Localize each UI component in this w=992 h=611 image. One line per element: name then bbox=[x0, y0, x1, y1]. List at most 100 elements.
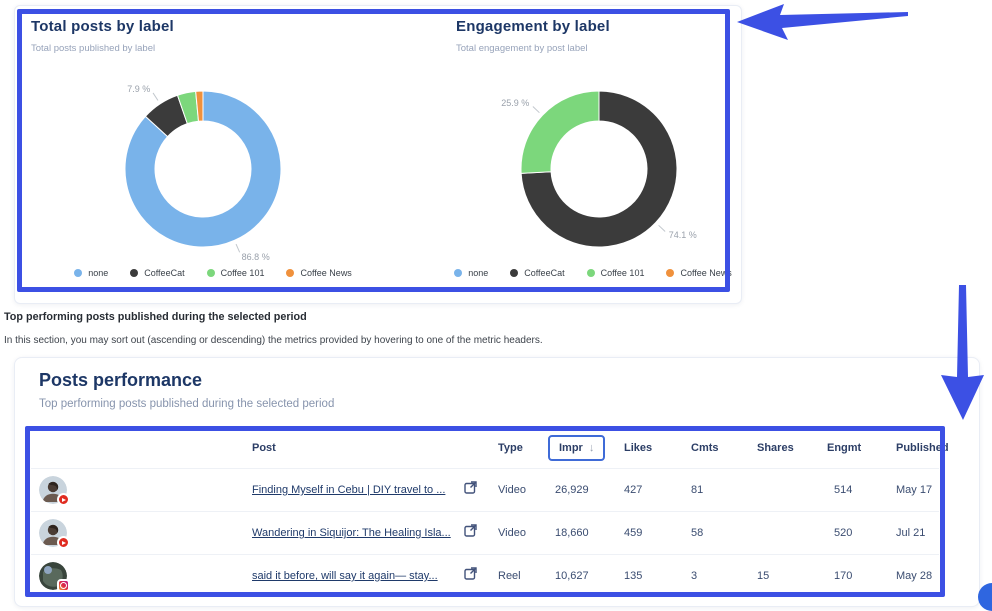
legend-item-coffee-101[interactable]: Coffee 101 bbox=[207, 268, 265, 278]
donut-slice-coffee-101[interactable] bbox=[521, 91, 599, 173]
column-header-impr[interactable]: Impr ↓ bbox=[541, 435, 615, 461]
column-header-cmts[interactable]: Cmts bbox=[682, 442, 748, 454]
post-cell: Wandering in Siquijor: The Healing Isla.… bbox=[243, 527, 459, 539]
legend-item-none[interactable]: none bbox=[454, 268, 488, 278]
chart-title-engagement: Engagement by label bbox=[456, 18, 610, 35]
annotation-arrow-left-icon bbox=[730, 0, 920, 46]
posts-table: PostTypeImpr↓LikesCmtsSharesEngmtPublish… bbox=[31, 428, 939, 597]
shares-cell: 15 bbox=[748, 570, 818, 582]
pct-label: 86.8 % bbox=[242, 252, 270, 262]
post-link[interactable]: Finding Myself in Cebu | DIY travel to .… bbox=[252, 484, 445, 496]
legend-dot-icon bbox=[454, 269, 462, 277]
type-cell: Video bbox=[489, 484, 541, 496]
posts-performance-title: Posts performance bbox=[39, 370, 202, 391]
chart-subtitle-engagement: Total engagement by post label bbox=[456, 43, 588, 54]
legend-dot-icon bbox=[666, 269, 674, 277]
column-header-shares[interactable]: Shares bbox=[748, 442, 818, 454]
type-cell: Video bbox=[489, 527, 541, 539]
external-link-cell bbox=[459, 567, 489, 585]
engmt-cell: 170 bbox=[818, 570, 887, 582]
legend-item-coffeecat[interactable]: CoffeeCat bbox=[510, 268, 564, 278]
avatar-cell bbox=[31, 476, 243, 504]
pct-leader-line bbox=[153, 93, 158, 101]
chart-title-total-posts: Total posts by label bbox=[31, 18, 174, 35]
legend-item-none[interactable]: none bbox=[74, 268, 108, 278]
published-cell: May 17 bbox=[887, 484, 939, 496]
legend-total-posts: none CoffeeCat Coffee 101 Coffee News bbox=[23, 268, 403, 278]
pct-label: 25.9 % bbox=[501, 98, 529, 108]
legend-dot-icon bbox=[587, 269, 595, 277]
section-helper-text: In this section, you may sort out (ascen… bbox=[4, 335, 543, 346]
legend-dot-icon bbox=[74, 269, 82, 277]
impr-cell: 18,660 bbox=[541, 527, 615, 539]
column-header-type[interactable]: Type bbox=[489, 442, 541, 454]
external-link-icon[interactable] bbox=[464, 481, 477, 494]
post-cell: Finding Myself in Cebu | DIY travel to .… bbox=[243, 484, 459, 496]
chat-bubble-button[interactable] bbox=[978, 583, 992, 611]
table-row: Wandering in Siquijor: The Healing Isla.… bbox=[31, 511, 939, 554]
avatar-cell bbox=[31, 562, 243, 590]
pct-label: 7.9 % bbox=[127, 84, 150, 94]
analytics-dashboard: { "annotation": { "accent": "#3c50e4" },… bbox=[0, 0, 992, 605]
table-header-row: PostTypeImpr↓LikesCmtsSharesEngmtPublish… bbox=[31, 428, 939, 468]
pct-leader-line bbox=[659, 225, 666, 231]
impr-cell: 10,627 bbox=[541, 570, 615, 582]
legend-label: CoffeeCat bbox=[524, 268, 564, 278]
published-cell: Jul 21 bbox=[887, 527, 939, 539]
legend-label: Coffee News bbox=[300, 268, 351, 278]
cmts-cell: 3 bbox=[682, 570, 748, 582]
legend-label: Coffee 101 bbox=[601, 268, 645, 278]
post-link[interactable]: said it before, will say it again— stay.… bbox=[252, 570, 438, 582]
engmt-cell: 520 bbox=[818, 527, 887, 539]
engmt-cell: 514 bbox=[818, 484, 887, 496]
donut-chart-engagement[interactable]: 74.1 % 25.9 % bbox=[439, 72, 759, 268]
sorted-column-box[interactable]: Impr ↓ bbox=[548, 435, 605, 461]
post-link[interactable]: Wandering in Siquijor: The Healing Isla.… bbox=[252, 527, 451, 539]
legend-item-coffee-101[interactable]: Coffee 101 bbox=[587, 268, 645, 278]
external-link-icon[interactable] bbox=[464, 567, 477, 580]
instagram-badge-icon bbox=[57, 579, 70, 592]
posts-performance-card: Posts performance Top performing posts p… bbox=[14, 357, 980, 607]
published-cell: May 28 bbox=[887, 570, 939, 582]
avatar-cell bbox=[31, 519, 243, 547]
legend-item-coffee-news[interactable]: Coffee News bbox=[286, 268, 351, 278]
impr-cell: 26,929 bbox=[541, 484, 615, 496]
type-cell: Reel bbox=[489, 570, 541, 582]
profile-avatar bbox=[39, 519, 67, 547]
legend-label: Coffee News bbox=[680, 268, 731, 278]
legend-label: none bbox=[468, 268, 488, 278]
legend-item-coffee-news[interactable]: Coffee News bbox=[666, 268, 731, 278]
column-header-label: Impr bbox=[559, 442, 583, 454]
youtube-badge-icon bbox=[57, 536, 70, 549]
legend-label: Coffee 101 bbox=[221, 268, 265, 278]
legend-dot-icon bbox=[510, 269, 518, 277]
donut-chart-total-posts[interactable]: 86.8 % 7.9 % bbox=[43, 72, 363, 268]
legend-dot-icon bbox=[130, 269, 138, 277]
section-heading: Top performing posts published during th… bbox=[4, 311, 307, 323]
pct-label: 74.1 % bbox=[669, 230, 697, 240]
column-header-engmt[interactable]: Engmt bbox=[818, 442, 887, 454]
post-cell: said it before, will say it again— stay.… bbox=[243, 570, 459, 582]
pct-leader-line bbox=[533, 106, 540, 112]
posts-performance-subtitle: Top performing posts published during th… bbox=[39, 398, 334, 410]
cmts-cell: 58 bbox=[682, 527, 748, 539]
chart-subtitle-total-posts: Total posts published by label bbox=[31, 43, 155, 54]
external-link-cell bbox=[459, 481, 489, 499]
cmts-cell: 81 bbox=[682, 484, 748, 496]
legend-dot-icon bbox=[286, 269, 294, 277]
legend-engagement: none CoffeeCat Coffee 101 Coffee News bbox=[403, 268, 783, 278]
likes-cell: 459 bbox=[615, 527, 682, 539]
charts-card: Total posts by label Total posts publish… bbox=[14, 5, 742, 304]
sort-descending-icon: ↓ bbox=[589, 442, 595, 454]
external-link-icon[interactable] bbox=[464, 524, 477, 537]
column-header-published[interactable]: Published bbox=[887, 442, 949, 454]
legend-label: CoffeeCat bbox=[144, 268, 184, 278]
table-row: said it before, will say it again— stay.… bbox=[31, 554, 939, 597]
legend-label: none bbox=[88, 268, 108, 278]
pct-leader-line bbox=[236, 244, 240, 252]
legend-item-coffeecat[interactable]: CoffeeCat bbox=[130, 268, 184, 278]
column-header-likes[interactable]: Likes bbox=[615, 442, 682, 454]
table-row: Finding Myself in Cebu | DIY travel to .… bbox=[31, 468, 939, 511]
column-header-post[interactable]: Post bbox=[243, 442, 459, 454]
likes-cell: 427 bbox=[615, 484, 682, 496]
